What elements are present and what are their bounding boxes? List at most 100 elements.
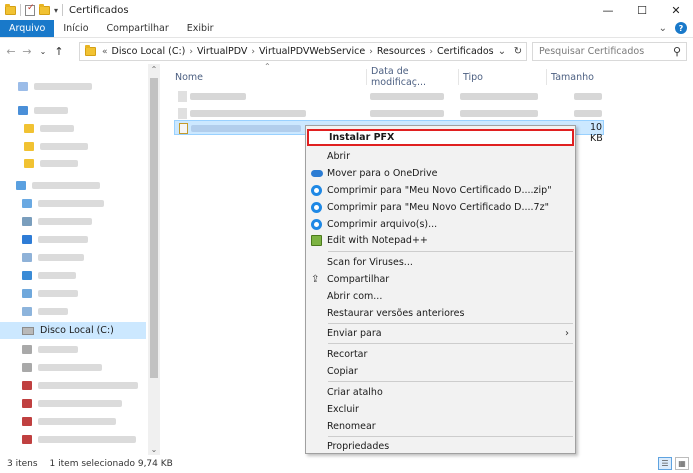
menu-item-instalar-pfx[interactable]: Instalar PFX [307,129,574,146]
ribbon-controls: ⌄ ? [659,22,687,34]
chevron-right-icon[interactable]: › [429,47,433,57]
compress-icon [311,202,322,213]
menu-item-enviar-para[interactable]: Enviar para › [306,325,575,342]
context-menu: Instalar PFX Abrir Mover para o OneDrive… [305,125,576,454]
recent-locations-button[interactable]: ⌄ [35,47,51,56]
menu-item-edit-notepadpp[interactable]: Edit with Notepad++ [306,232,575,249]
file-icon [178,91,187,102]
navpane-item[interactable] [0,377,146,394]
breadcrumb-virtualpdvwebservice[interactable]: VirtualPDVWebService [259,46,365,57]
chevron-down-icon[interactable]: ⌄ [494,46,510,57]
close-button[interactable]: ✕ [659,0,693,20]
menu-item-restaurar-versoes[interactable]: Restaurar versões anteriores [306,305,575,322]
column-header-date[interactable]: Data de modificaç... [366,66,458,88]
navpane-item[interactable] [0,395,146,412]
navpane-item[interactable] [0,267,146,284]
navpane-item[interactable] [0,102,146,119]
customize-toolbar-icon[interactable]: ▾ [54,6,58,15]
scrollbar-thumb[interactable] [150,78,158,378]
breadcrumb-virtualpdv[interactable]: VirtualPDV [197,46,247,57]
address-bar[interactable]: « Disco Local (C:) › VirtualPDV › Virtua… [79,42,527,61]
breadcrumb-resources[interactable]: Resources [377,46,426,57]
menu-item-recortar[interactable]: Recortar [306,346,575,363]
table-row[interactable] [174,89,604,104]
menu-item-compartilhar[interactable]: ⇪ Compartilhar [306,271,575,288]
new-folder-icon[interactable] [39,3,50,15]
downloads-icon [22,235,32,244]
navpane-item[interactable] [0,285,146,302]
navpane-item[interactable] [0,78,146,95]
drive-icon [22,345,32,354]
minimize-button[interactable]: — [591,0,625,20]
redacted-label [38,200,104,207]
menu-item-abrir-com[interactable]: Abrir com... [306,288,575,305]
scroll-down-icon[interactable]: ⌄ [148,445,160,454]
navpane-item[interactable] [0,359,146,376]
forward-button[interactable]: → [19,45,35,58]
breadcrumb-disco-local[interactable]: Disco Local (C:) [112,46,186,57]
menu-item-comprimir-7z[interactable]: Comprimir para "Meu Novo Certificado D..… [306,199,575,216]
column-header-name[interactable]: Nome [175,69,365,85]
menu-item-copiar[interactable]: Copiar [306,363,575,380]
table-row[interactable] [174,106,604,121]
menu-item-comprimir-zip[interactable]: Comprimir para "Meu Novo Certificado D..… [306,182,575,199]
scroll-up-icon[interactable]: ⌃ [148,65,160,74]
menu-item-label: Instalar PFX [329,132,395,143]
chevron-right-icon[interactable]: › [251,47,255,57]
chevron-right-icon: › [565,328,569,339]
tab-exibir[interactable]: Exibir [178,20,223,37]
navpane-scrollbar[interactable]: ⌃ ⌄ [148,64,160,455]
tab-compartilhar[interactable]: Compartilhar [98,20,178,37]
tab-arquivo[interactable]: Arquivo [0,20,55,37]
navpane-item[interactable] [0,431,146,448]
menu-item-mover-onedrive[interactable]: Mover para o OneDrive [306,165,575,182]
overflow-crumb[interactable]: « [102,47,108,57]
navpane-item[interactable] [0,249,146,266]
chevron-right-icon[interactable]: › [189,47,193,57]
menu-item-renomear[interactable]: Renomear [306,418,575,435]
menu-item-excluir[interactable]: Excluir [306,401,575,418]
menu-item-criar-atalho[interactable]: Criar atalho [306,384,575,401]
chevron-right-icon[interactable]: › [369,47,373,57]
search-box[interactable]: ⚲ [532,42,687,61]
column-header-size[interactable]: Tamanho [546,69,606,85]
menu-item-propriedades[interactable]: Propriedades [306,438,575,455]
maximize-button[interactable]: ☐ [625,0,659,20]
navpane-item[interactable] [0,341,146,358]
folder-icon[interactable] [5,3,16,15]
folder-icon [24,124,34,133]
navpane-item[interactable] [0,138,146,155]
navpane-item[interactable] [0,195,146,212]
back-button[interactable]: ← [3,45,19,58]
breadcrumb-certificados[interactable]: Certificados [437,46,494,57]
refresh-icon[interactable]: ↻ [510,46,526,57]
navpane-item[interactable] [0,177,146,194]
properties-icon[interactable] [25,3,35,16]
navpane-item[interactable] [0,155,146,172]
navpane-item-disco-local[interactable]: Disco Local (C:) [0,322,146,339]
navpane-item[interactable] [0,231,146,248]
help-icon[interactable]: ? [675,22,687,34]
details-view-button[interactable]: ☰ [658,457,672,470]
menu-item-label: Comprimir para "Meu Novo Certificado D..… [327,202,549,213]
navpane-item[interactable] [0,213,146,230]
redacted-size [574,110,602,117]
up-button[interactable]: ↑ [51,45,67,58]
expand-ribbon-icon[interactable]: ⌄ [659,23,667,34]
column-header-type[interactable]: Tipo [458,69,546,85]
navpane-item[interactable] [0,120,146,137]
network-drive-icon [22,399,32,408]
search-input[interactable] [539,46,664,57]
menu-item-abrir[interactable]: Abrir [306,148,575,165]
redacted-label [40,160,78,167]
tiles-view-button[interactable]: ▦ [675,457,689,470]
navigation-pane: Disco Local (C:) ⌃ ⌄ [0,64,160,455]
menu-item-comprimir-arquivos[interactable]: Comprimir arquivo(s)... [306,216,575,233]
navpane-item[interactable] [0,303,146,320]
menu-item-label: Abrir [327,151,350,162]
menu-item-scan-viruses[interactable]: Scan for Viruses... [306,254,575,271]
navpane-item[interactable] [0,413,146,430]
redacted-filename [191,125,301,132]
tab-inicio[interactable]: Início [54,20,97,37]
search-icon[interactable]: ⚲ [673,45,681,58]
